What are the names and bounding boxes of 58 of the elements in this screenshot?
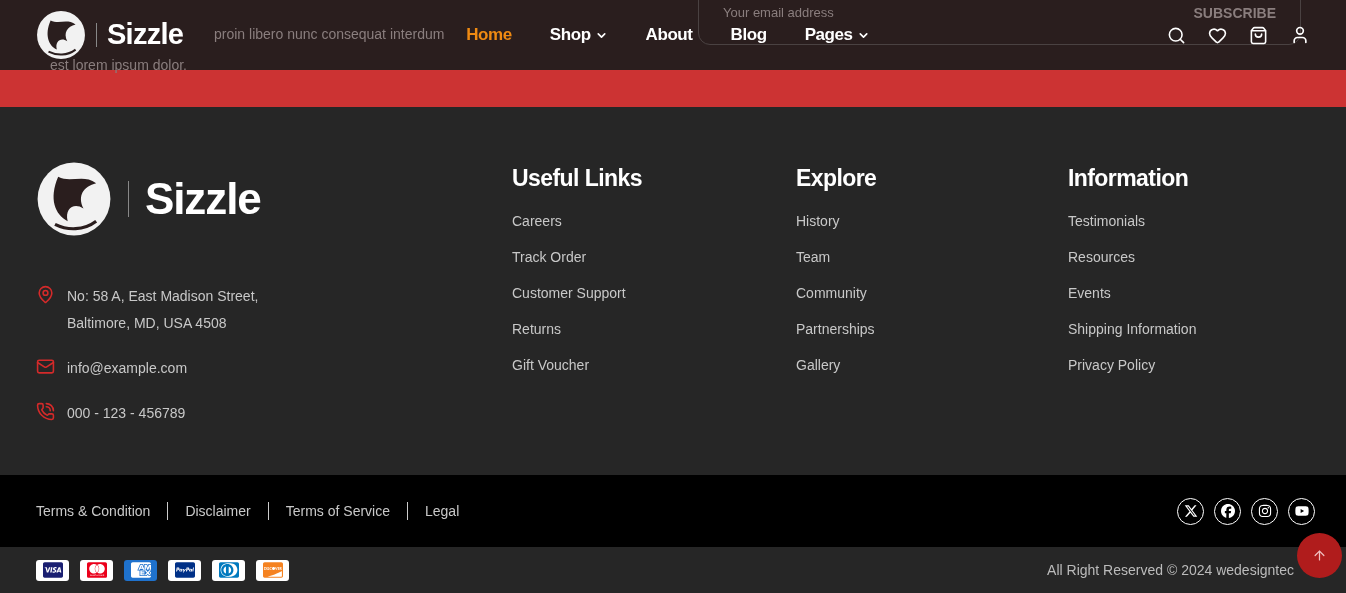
background-text: est lorem ipsum dolor. xyxy=(50,58,187,72)
footer-link[interactable]: Track Order xyxy=(512,245,796,269)
payment-card-icon xyxy=(36,559,69,581)
column-heading: Information xyxy=(1068,164,1190,193)
shopping-bag-icon[interactable] xyxy=(1249,25,1268,45)
column-heading: Useful Links xyxy=(512,164,643,193)
footer-link[interactable]: Partnerships xyxy=(796,317,1068,341)
logo-text[interactable]: Sizzle xyxy=(145,166,261,232)
nav-link[interactable]: Blog xyxy=(730,22,767,48)
footer-link[interactable]: Team xyxy=(796,245,1068,269)
column-heading: Explore xyxy=(796,164,878,193)
phone-icon xyxy=(36,402,55,421)
footer-link[interactable]: Careers xyxy=(512,209,796,233)
background-text: proin libero nunc consequat interdum xyxy=(214,27,445,41)
footer-link[interactable]: Shipping Information xyxy=(1068,317,1268,341)
footer-link[interactable]: Customer Support xyxy=(512,281,796,305)
payment-card-icon xyxy=(212,559,245,581)
youtube-icon xyxy=(1294,504,1309,518)
payment-card-icon xyxy=(80,559,113,581)
user-icon[interactable] xyxy=(1290,25,1310,45)
footer-link[interactable]: Privacy Policy xyxy=(1068,353,1268,377)
logo-text[interactable]: Sizzle xyxy=(107,13,184,57)
contact-text: Baltimore, MD, USA 4508 xyxy=(67,314,228,333)
email-placeholder: Your email address xyxy=(723,6,834,19)
nav-link[interactable]: Pages xyxy=(804,22,870,48)
contact-text: info@example.com xyxy=(67,359,188,378)
legal-link[interactable]: Legal xyxy=(425,500,460,522)
heart-icon[interactable] xyxy=(1208,25,1227,45)
scroll-to-top-button[interactable] xyxy=(1297,533,1342,578)
footer-link[interactable]: Returns xyxy=(512,317,796,341)
payment-card-icon xyxy=(168,559,201,581)
legal-link[interactable]: Terms of Service xyxy=(285,500,390,522)
payment-card-icon xyxy=(256,559,289,581)
footer-link[interactable]: Gallery xyxy=(796,353,1068,377)
footer-link[interactable]: History xyxy=(796,209,1068,233)
legal-link[interactable]: Terms & Condition xyxy=(36,500,151,522)
nav-link[interactable]: Shop xyxy=(549,22,608,48)
map-pin-icon xyxy=(36,285,55,304)
legal-link[interactable]: Disclaimer xyxy=(185,500,251,522)
contact-text: No: 58 A, East Madison Street, xyxy=(67,287,259,306)
footer-link[interactable]: Gift Voucher xyxy=(512,353,796,377)
payment-card-icon xyxy=(124,559,157,581)
footer-link[interactable]: Community xyxy=(796,281,1068,305)
instagram-icon xyxy=(1257,504,1272,518)
footer-link[interactable]: Resources xyxy=(1068,245,1268,269)
logo-emblem-icon xyxy=(36,10,86,60)
envelope-icon xyxy=(36,357,55,376)
copyright-text: All Right Reserved © 2024 wedesigntec xyxy=(1047,560,1294,580)
nav-link[interactable]: About xyxy=(645,22,693,48)
footer-link[interactable]: Events xyxy=(1068,281,1268,305)
x-logo-icon xyxy=(1183,504,1198,518)
contact-text: 000 - 123 - 456789 xyxy=(67,404,186,423)
logo-emblem-icon xyxy=(36,161,112,237)
facebook-icon xyxy=(1220,504,1235,518)
footer-link[interactable]: Testimonials xyxy=(1068,209,1268,233)
search-icon[interactable] xyxy=(1167,25,1186,45)
subscribe-button[interactable]: SUBSCRIBE xyxy=(1193,6,1276,20)
nav-link[interactable]: Home xyxy=(466,22,512,48)
